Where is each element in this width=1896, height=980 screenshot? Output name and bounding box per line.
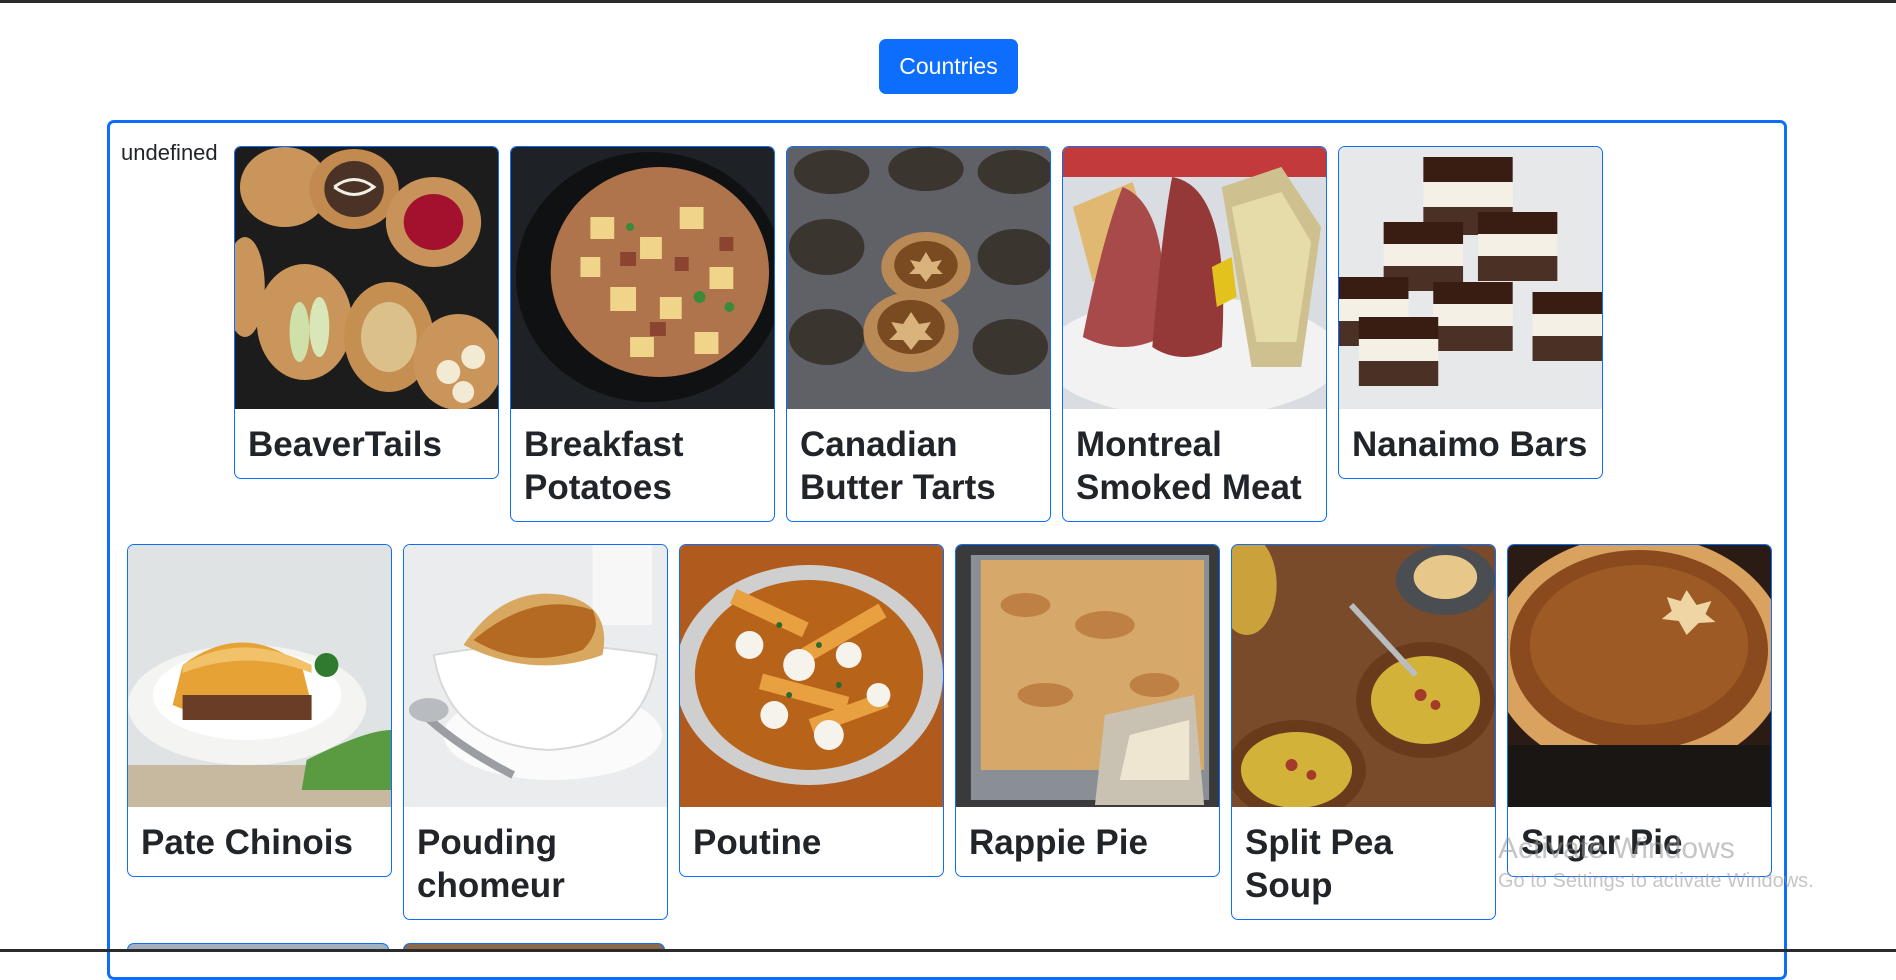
dish-image <box>787 147 1050 409</box>
dish-card-montreal-smoked-meat[interactable]: Montreal Smoked Meat <box>1062 146 1327 522</box>
dish-image <box>128 545 391 807</box>
dish-card-canadian-butter-tarts[interactable]: Canadian Butter Tarts <box>786 146 1051 522</box>
dish-name: Canadian Butter Tarts <box>800 425 996 507</box>
dish-image <box>235 147 498 409</box>
dish-card-rappie-pie[interactable]: Rappie Pie <box>955 544 1220 877</box>
dish-name: Poutine <box>693 823 822 862</box>
dish-card-sugar-pie[interactable]: Sugar Pie <box>1507 544 1772 877</box>
dish-name: BeaverTails <box>248 425 442 464</box>
dish-card-beavertails[interactable]: BeaverTails <box>234 146 499 479</box>
countries-button[interactable]: Countries <box>879 39 1018 94</box>
dish-name: Pouding chomeur <box>417 823 565 905</box>
dish-image <box>404 545 667 807</box>
dish-image <box>1232 545 1495 807</box>
dish-image <box>1063 147 1326 409</box>
dish-image <box>956 545 1219 807</box>
dish-card-pouding-chomeur[interactable]: Pouding chomeur <box>403 544 668 920</box>
dish-name: Split Pea Soup <box>1245 823 1393 905</box>
dish-name: Pate Chinois <box>141 823 353 862</box>
dish-image <box>511 147 774 409</box>
panel-heading: undefined <box>121 140 218 165</box>
dish-card-split-pea-soup[interactable]: Split Pea Soup <box>1231 544 1496 920</box>
dish-image <box>680 545 943 807</box>
dish-card-nanaimo-bars[interactable]: Nanaimo Bars <box>1338 146 1603 479</box>
dish-image <box>1508 545 1771 807</box>
dish-card-breakfast-potatoes[interactable]: Breakfast Potatoes <box>510 146 775 522</box>
dish-card-poutine[interactable]: Poutine <box>679 544 944 877</box>
dish-name: Nanaimo Bars <box>1352 425 1588 464</box>
dish-name: Rappie Pie <box>969 823 1148 862</box>
window-top-border <box>0 0 1896 3</box>
dish-name: Montreal Smoked Meat <box>1076 425 1302 507</box>
dish-image <box>1339 147 1602 409</box>
dish-card-pate-chinois[interactable]: Pate Chinois <box>127 544 392 877</box>
dish-name: Sugar Pie <box>1521 823 1683 862</box>
dish-name: Breakfast Potatoes <box>524 425 684 507</box>
